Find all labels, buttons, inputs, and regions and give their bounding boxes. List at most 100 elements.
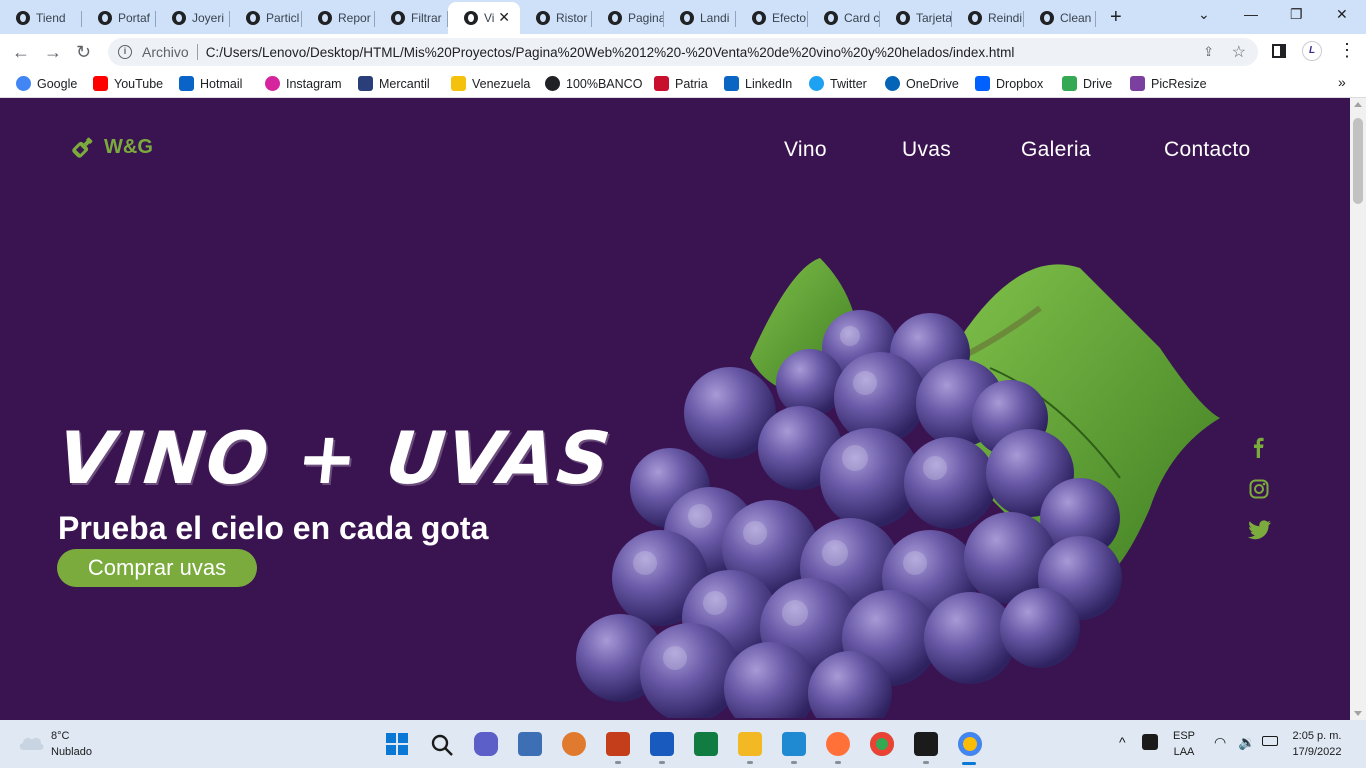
weather-description[interactable]: Nublado xyxy=(51,746,92,758)
tab[interactable]: Portaf xyxy=(82,4,156,32)
restore-icon[interactable]: ❐ xyxy=(1290,6,1303,23)
address-bar[interactable]: i Archivo C:/Users/Lenovo/Desktop/HTML/M… xyxy=(108,38,1258,66)
chrome-profile-icon[interactable] xyxy=(958,732,982,756)
dropbox-tray-icon[interactable] xyxy=(1142,734,1158,750)
bookmark-dropbox[interactable]: Dropbox xyxy=(975,76,1043,91)
globe-icon xyxy=(680,11,694,25)
language-indicator-top[interactable]: ESP xyxy=(1170,730,1198,742)
tab-search-icon[interactable]: ⌄ xyxy=(1198,6,1210,23)
chrome-icon[interactable] xyxy=(870,732,894,756)
tab[interactable]: Joyeri xyxy=(156,4,230,32)
share-icon[interactable]: ⇪ xyxy=(1203,44,1214,60)
tab[interactable]: Landi xyxy=(664,4,736,32)
bookmark-hotmail[interactable]: Hotmail xyxy=(179,76,242,91)
globe-icon xyxy=(536,11,550,25)
tab[interactable]: Card c xyxy=(808,4,880,32)
bookmark-drive[interactable]: Drive xyxy=(1062,76,1112,91)
picresize-icon xyxy=(1130,76,1145,91)
twitter-icon[interactable] xyxy=(1248,519,1272,541)
bookmark-instagram[interactable]: Instagram xyxy=(265,76,342,91)
tab[interactable]: Particl xyxy=(230,4,302,32)
chevron-up-icon[interactable]: ^ xyxy=(1119,734,1126,750)
battery-icon[interactable] xyxy=(1262,736,1278,746)
bookmark-twitter[interactable]: Twitter xyxy=(809,76,867,91)
more-bookmarks-icon[interactable]: » xyxy=(1338,74,1346,90)
browser-menu-icon[interactable]: ⋮ xyxy=(1338,40,1356,61)
nav-link-uvas[interactable]: Uvas xyxy=(902,138,951,162)
globe-icon xyxy=(968,11,982,25)
onedrive-icon xyxy=(885,76,900,91)
file-explorer-icon[interactable] xyxy=(738,732,762,756)
close-tab-icon[interactable]: ✕ xyxy=(498,9,510,26)
back-icon[interactable]: ← xyxy=(12,42,30,63)
tab[interactable]: Repor xyxy=(302,4,375,32)
minimize-icon[interactable]: — xyxy=(1244,6,1258,22)
bookmark-venezuela[interactable]: Venezuela xyxy=(451,76,530,91)
forward-icon[interactable]: → xyxy=(44,42,62,63)
close-window-icon[interactable]: ✕ xyxy=(1336,6,1348,23)
tab[interactable]: Pagina xyxy=(592,4,664,32)
tab[interactable]: Clean xyxy=(1024,4,1096,32)
windows-start-icon[interactable] xyxy=(386,733,408,755)
clock-date[interactable]: 17/9/2022 xyxy=(1286,746,1348,758)
wifi-icon[interactable]: ◠ xyxy=(1214,734,1226,751)
terminal-icon[interactable] xyxy=(914,732,938,756)
excel-icon[interactable] xyxy=(694,732,718,756)
powerpoint-icon[interactable] xyxy=(606,732,630,756)
bookmark-onedrive[interactable]: OneDrive xyxy=(885,76,959,91)
word-icon[interactable] xyxy=(650,732,674,756)
tab[interactable]: Tiend xyxy=(0,4,82,32)
vscode-icon[interactable] xyxy=(782,732,806,756)
tab[interactable]: Tarjeta xyxy=(880,4,952,32)
language-indicator-bottom[interactable]: LAA xyxy=(1170,746,1198,758)
bookmark-star-icon[interactable]: ☆ xyxy=(1232,42,1246,62)
tab-active[interactable]: Vi ✕ xyxy=(448,2,520,34)
www-icon xyxy=(318,11,332,25)
nav-link-vino[interactable]: Vino xyxy=(784,138,827,162)
globe-icon xyxy=(752,11,766,25)
info-icon[interactable]: i xyxy=(118,45,132,59)
scroll-down-icon[interactable] xyxy=(1354,711,1362,716)
nav-link-galeria[interactable]: Galeria xyxy=(1021,138,1091,162)
url-text[interactable]: C:/Users/Lenovo/Desktop/HTML/Mis%20Proye… xyxy=(206,45,1015,60)
bookmark-mercantil[interactable]: Mercantil xyxy=(358,76,430,91)
tab[interactable]: Reindi xyxy=(952,4,1024,32)
bookmark-100banco[interactable]: 100%BANCO xyxy=(545,76,642,91)
nav-link-contacto[interactable]: Contacto xyxy=(1164,138,1250,162)
bookmark-youtube[interactable]: YouTube xyxy=(93,76,163,91)
clock-time[interactable]: 2:05 p. m. xyxy=(1286,730,1348,742)
profile-avatar[interactable]: L xyxy=(1302,41,1322,61)
wine-bottle-icon xyxy=(72,137,93,158)
site-logo[interactable]: W&G xyxy=(70,134,153,160)
bookmark-google[interactable]: Google xyxy=(16,76,77,91)
bookmark-patria[interactable]: Patria xyxy=(654,76,708,91)
app-icon[interactable] xyxy=(562,732,586,756)
weather-temperature[interactable]: 8°C xyxy=(51,730,69,742)
cloud-weather-icon[interactable] xyxy=(16,732,46,754)
search-icon[interactable] xyxy=(430,733,454,757)
teams-chat-icon[interactable] xyxy=(474,732,498,756)
globe-icon xyxy=(545,76,560,91)
buy-grapes-button[interactable]: Comprar uvas xyxy=(57,549,257,587)
volume-icon[interactable]: 🔉 xyxy=(1238,734,1255,751)
tab[interactable]: Ristor xyxy=(520,4,592,32)
scroll-up-icon[interactable] xyxy=(1354,102,1362,107)
photos-app-icon[interactable] xyxy=(518,732,542,756)
facebook-icon[interactable] xyxy=(1248,436,1270,458)
firefox-icon[interactable] xyxy=(826,732,850,756)
reload-icon[interactable]: ↻ xyxy=(76,42,91,63)
globe-icon xyxy=(98,11,112,25)
bookmark-picresize[interactable]: PicResize xyxy=(1130,76,1207,91)
new-tab-icon[interactable]: + xyxy=(1110,6,1122,29)
bookmark-linkedin[interactable]: LinkedIn xyxy=(724,76,792,91)
dropbox-icon xyxy=(975,76,990,91)
mercantil-icon xyxy=(358,76,373,91)
page-scrollbar[interactable] xyxy=(1350,98,1366,720)
scrollbar-thumb[interactable] xyxy=(1353,118,1363,204)
side-panel-icon[interactable] xyxy=(1272,44,1286,58)
tab[interactable]: Efecto xyxy=(736,4,808,32)
instagram-icon[interactable] xyxy=(1248,478,1270,500)
google-icon xyxy=(16,76,31,91)
tab[interactable]: Filtrar xyxy=(375,4,448,32)
globe-icon xyxy=(1040,11,1054,25)
